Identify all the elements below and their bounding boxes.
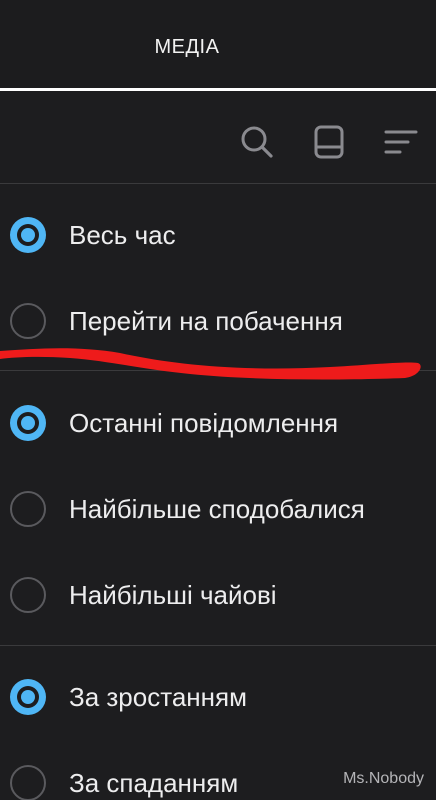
radio-unchecked[interactable] [10, 491, 46, 527]
option-go-on-date[interactable]: Перейти на побачення [0, 278, 436, 364]
radio-checked[interactable] [10, 217, 46, 253]
sort-button[interactable] [380, 122, 420, 162]
app-screen: МЕДІА Весь час Перейти на побачення Оста… [0, 0, 436, 800]
option-label: Найбільше сподобалися [69, 493, 365, 524]
tab-media[interactable]: МЕДІА [0, 36, 374, 59]
tab-bar: МЕДІА [0, 0, 436, 92]
option-label: Найбільші чайові [69, 579, 277, 610]
divider [0, 645, 436, 646]
watermark: Ms.Nobody [343, 770, 424, 787]
sort-lines-icon [384, 130, 418, 154]
option-label: За зростанням [69, 681, 247, 712]
option-ascending[interactable]: За зростанням [0, 654, 436, 740]
option-label: Весь час [69, 219, 176, 250]
divider [0, 370, 436, 371]
radio-unchecked[interactable] [10, 577, 46, 613]
book-icon [314, 125, 344, 159]
option-most-liked[interactable]: Найбільше сподобалися [0, 466, 436, 552]
option-label: За спаданням [69, 767, 239, 798]
book-button[interactable] [309, 122, 349, 162]
option-recent-messages[interactable]: Останні повідомлення [0, 380, 436, 466]
search-icon [241, 126, 273, 158]
toolbar [0, 92, 436, 184]
radio-unchecked[interactable] [10, 765, 46, 800]
search-button[interactable] [237, 122, 277, 162]
option-label: Перейти на побачення [69, 305, 343, 336]
radio-checked[interactable] [10, 405, 46, 441]
radio-checked[interactable] [10, 679, 46, 715]
radio-unchecked[interactable] [10, 303, 46, 339]
option-biggest-tips[interactable]: Найбільші чайові [0, 552, 436, 638]
option-label: Останні повідомлення [69, 407, 339, 438]
tab-active-indicator [0, 88, 436, 91]
option-all-time[interactable]: Весь час [0, 192, 436, 278]
